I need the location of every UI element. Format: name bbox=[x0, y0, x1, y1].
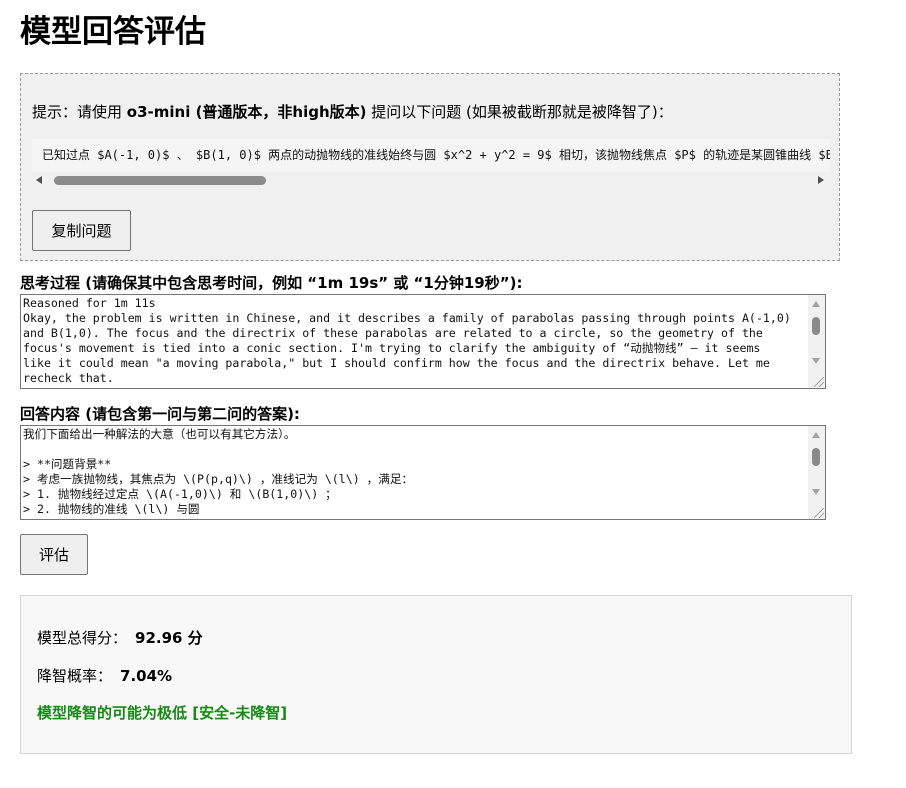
score-value: 92.96 分 bbox=[135, 629, 203, 647]
hint-model: o3-mini (普通版本，非high版本) bbox=[126, 103, 367, 121]
thinking-line: and B(1,0). The focus and the directrix … bbox=[23, 326, 763, 340]
question-text: 已知过点 $A(-1, 0)$ 、 $B(1, 0)$ 两点的动抛物线的准线始终… bbox=[42, 148, 830, 162]
resize-grip-icon[interactable] bbox=[814, 377, 824, 387]
thinking-vertical-scrollbar[interactable] bbox=[808, 295, 825, 388]
copy-question-button[interactable]: 复制问题 bbox=[32, 210, 131, 251]
scroll-left-icon[interactable] bbox=[36, 176, 42, 184]
answer-line: 我们下面给出一种解法的大意（也可以有其它方法）。 bbox=[23, 427, 296, 441]
prompt-panel: 提示：请使用 o3-mini (普通版本，非high版本) 提问以下问题 (如果… bbox=[20, 73, 840, 261]
answer-line bbox=[23, 442, 805, 457]
thinking-line: Reasoned for 1m 11s bbox=[23, 296, 156, 310]
scroll-right-icon[interactable] bbox=[818, 176, 824, 184]
answer-content: 我们下面给出一种解法的大意（也可以有其它方法）。 > **问题背景** > 考虑一… bbox=[23, 427, 805, 517]
scroll-down-icon[interactable] bbox=[812, 358, 820, 364]
hint-prefix: 提示：请使用 bbox=[32, 103, 127, 121]
thinking-line: recheck that. bbox=[23, 371, 114, 385]
thinking-line: like it could mean "a moving parabola," … bbox=[23, 356, 770, 370]
scroll-up-icon[interactable] bbox=[812, 432, 820, 438]
scrollbar-thumb[interactable] bbox=[812, 448, 820, 466]
answer-line: > 1. 抛物线经过定点 \(A(-1,0)\) 和 \(B(1,0)\) ； bbox=[23, 487, 337, 501]
question-code-block[interactable]: 已知过点 $A(-1, 0)$ 、 $B(1, 0)$ 两点的动抛物线的准线始终… bbox=[32, 139, 830, 189]
answer-line: > 考虑一族抛物线，其焦点为 \(P(p,q)\) ，准线记为 \(l\) ，满… bbox=[23, 472, 414, 486]
resize-grip-icon[interactable] bbox=[814, 508, 824, 518]
answer-line: > **问题背景** bbox=[23, 457, 112, 471]
thinking-content: Reasoned for 1m 11s Okay, the problem is … bbox=[23, 296, 805, 386]
scroll-down-icon[interactable] bbox=[812, 489, 820, 495]
score-label: 模型总得分： bbox=[37, 629, 128, 647]
answer-vertical-scrollbar[interactable] bbox=[808, 426, 825, 519]
thinking-label: 思考过程 (请确保其中包含思考时间，例如 “1m 19s” 或 “1分钟19秒”… bbox=[20, 274, 523, 292]
answer-label: 回答内容 (请包含第一问与第二问的答案): bbox=[20, 405, 300, 423]
answer-textarea[interactable]: 我们下面给出一种解法的大意（也可以有其它方法）。 > **问题背景** > 考虑一… bbox=[20, 425, 826, 520]
answer-line: > 2. 抛物线的准线 \(l\) 与圆 bbox=[23, 502, 200, 516]
thinking-textarea[interactable]: Reasoned for 1m 11s Okay, the problem is … bbox=[20, 294, 826, 389]
scroll-up-icon[interactable] bbox=[812, 301, 820, 307]
result-panel: 模型总得分： 92.96 分 降智概率： 7.04% 模型降智的可能为极低 [安全-… bbox=[20, 595, 852, 754]
score-row: 模型总得分： 92.96 分 bbox=[37, 628, 203, 648]
scrollbar-thumb[interactable] bbox=[812, 317, 820, 335]
scrollbar-thumb[interactable] bbox=[54, 176, 266, 185]
thinking-line: Okay, the problem is written in Chinese,… bbox=[23, 311, 791, 325]
hint-suffix: 提问以下问题 (如果被截断那就是被降智了)： bbox=[366, 103, 673, 121]
evaluate-button[interactable]: 评估 bbox=[20, 534, 88, 575]
hint-text: 提示：请使用 o3-mini (普通版本，非high版本) 提问以下问题 (如果… bbox=[32, 102, 673, 122]
verdict-text: 模型降智的可能为极低 [安全-未降智] bbox=[37, 704, 288, 722]
probability-value: 7.04% bbox=[120, 667, 173, 685]
page-title: 模型回答评估 bbox=[20, 14, 206, 50]
thinking-line: focus's movement is tied into a conic se… bbox=[23, 341, 761, 355]
probability-label: 降智概率： bbox=[37, 667, 113, 685]
horizontal-scrollbar[interactable] bbox=[32, 172, 830, 189]
probability-row: 降智概率： 7.04% bbox=[37, 666, 172, 686]
